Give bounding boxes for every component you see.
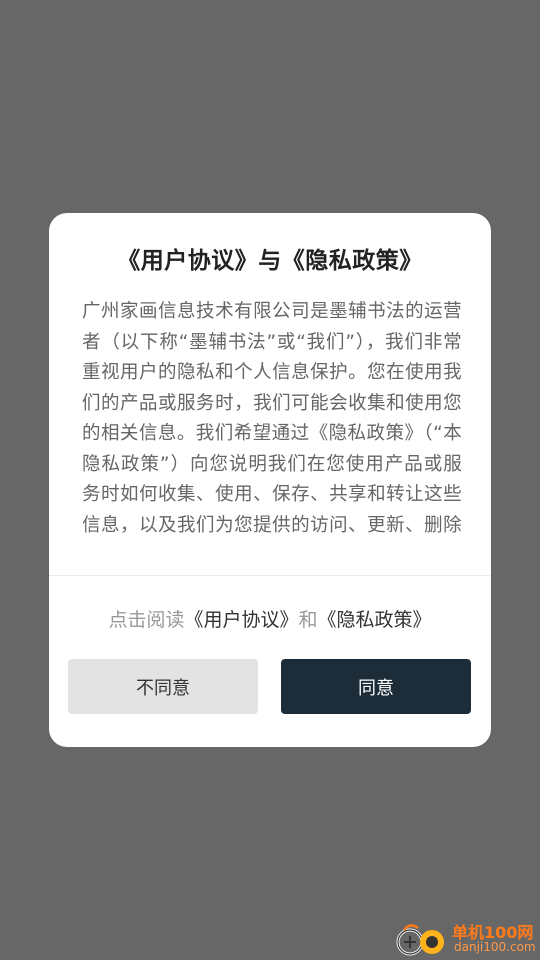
divider xyxy=(49,575,491,576)
dialog-title: 《用户协议》与《隐私政策》 xyxy=(117,248,423,274)
watermark-logo-icon xyxy=(396,924,444,956)
agree-button[interactable]: 同意 xyxy=(281,659,471,714)
privacy-dialog: 《用户协议》与《隐私政策》 广州家画信息技术有限公司是墨辅书法的运营者（以下称“… xyxy=(49,213,491,747)
agreement-prefix: 点击阅读 xyxy=(108,609,185,631)
dialog-body-text[interactable]: 广州家画信息技术有限公司是墨辅书法的运营者（以下称“墨辅书法”或“我们”），我们… xyxy=(82,297,462,545)
agreement-and: 和 xyxy=(298,609,318,631)
disagree-button[interactable]: 不同意 xyxy=(68,659,258,714)
watermark: 单机100网 danji100.com xyxy=(392,916,540,960)
privacy-policy-link[interactable]: 《隐私政策》 xyxy=(318,609,432,631)
user-agreement-link[interactable]: 《用户协议》 xyxy=(184,609,298,631)
watermark-subtitle: danji100.com xyxy=(454,940,536,954)
agreement-links-line: 点击阅读《用户协议》和《隐私政策》 xyxy=(49,605,491,632)
